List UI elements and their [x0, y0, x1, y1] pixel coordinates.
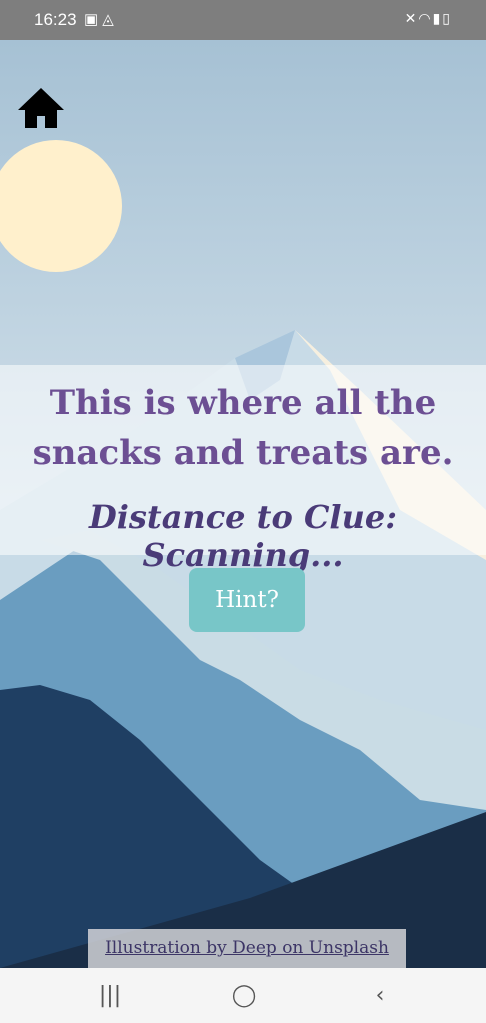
- mute-icon: ✕: [404, 10, 419, 26]
- clue-message: This is where all the snacks and treats …: [32, 383, 454, 473]
- distance-to-clue: Distance to Clue: Scanning...: [88, 498, 397, 574]
- drive-icon: ◬: [102, 11, 118, 28]
- hint-button[interactable]: Hint?: [189, 568, 305, 632]
- illustration-background: This is where all the snacks and treats …: [0, 40, 486, 968]
- home-button[interactable]: [16, 82, 66, 132]
- status-bar: 16:23 ▣◬ ✕◠▮▯: [0, 0, 486, 40]
- illustration-credit-link[interactable]: Illustration by Deep on Unsplash: [88, 929, 406, 968]
- wifi-icon: ◠: [418, 10, 433, 26]
- image-icon: ▣: [84, 11, 103, 28]
- status-right-icons: ✕◠▮▯: [405, 10, 452, 27]
- battery-icon: ▯: [442, 10, 452, 26]
- navigation-bar: ||| ◯ ‹: [0, 968, 486, 1023]
- signal-icon: ▮: [432, 10, 443, 26]
- status-left-icons: ▣◬: [84, 10, 118, 28]
- nav-home-button[interactable]: ◯: [214, 982, 274, 1010]
- back-button[interactable]: ‹: [350, 982, 410, 1010]
- recent-apps-button[interactable]: |||: [80, 982, 140, 1010]
- status-time: 16:23: [34, 10, 77, 29]
- home-icon: [18, 88, 64, 128]
- screen: 16:23 ▣◬ ✕◠▮▯ This is where all the snac…: [0, 0, 486, 1023]
